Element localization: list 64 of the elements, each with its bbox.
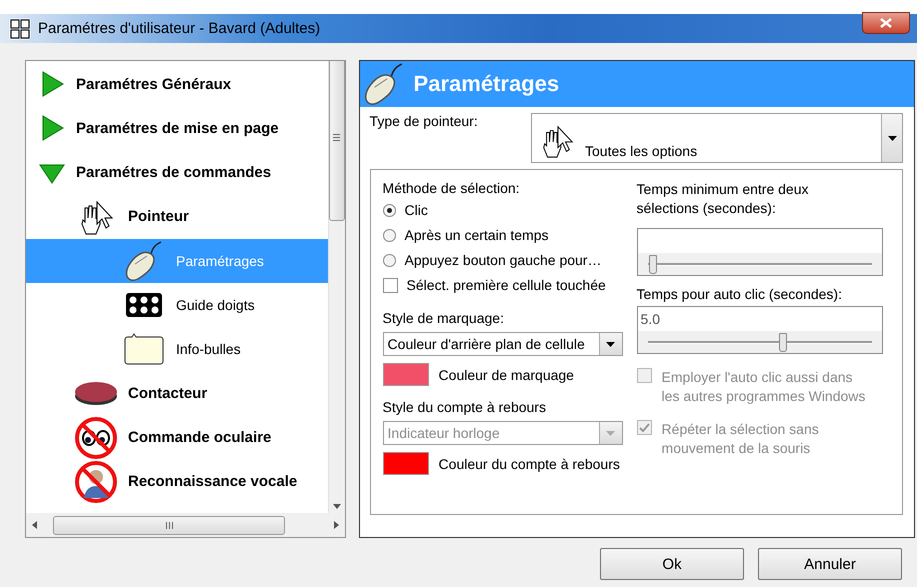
no-speaker-icon [74,460,118,504]
section-label: Temps minimum entre deux sélections (secondes): [636,180,810,218]
scroll-grip-icon [166,522,172,528]
window-title: Paramétres d'utilisateur - Bavard (Adultes) [38,20,322,37]
tree-item[interactable]: Paramétres de commandes [26,150,328,195]
pointer-type-dropdown[interactable]: Toutes les options [531,113,903,163]
radio-button[interactable] [382,228,396,242]
section-label: Temps pour auto clic (secondes): [636,286,843,302]
speech-bubble-icon [124,333,164,366]
horizontal-scrollbar[interactable] [26,513,345,537]
option-label: Clic [404,202,428,218]
color-label: Couleur de marquage [438,366,574,382]
checkbox[interactable] [382,278,398,292]
scroll-thumb[interactable] [328,61,345,220]
radio-button[interactable] [382,254,396,266]
dropdown-caret-icon [888,136,896,140]
scroll-grip-icon [333,134,340,140]
radio-option[interactable]: Appuyez bouton gauche pour… [382,249,637,271]
scroll-down-arrow-icon[interactable] [332,504,341,509]
field-label: Type de pointeur: [370,113,478,129]
dialog-button[interactable]: Annuler [758,548,902,580]
app-icon [10,18,30,38]
dropdown-value: Toutes les options [585,143,698,159]
tree-item[interactable]: Pointeur [26,194,328,239]
checkbox-option[interactable]: Sélect. première cellule touchée [382,274,637,296]
marking-style-dropdown[interactable]: Couleur d'arrière plan de cellule [382,332,623,356]
tree-item[interactable]: Commande oculaire [26,416,328,460]
tree-item[interactable]: Reconnaissance vocale [26,460,328,504]
dropdown-caret-icon [606,430,616,436]
push-button-icon [74,380,118,406]
no-eyes-icon [74,416,118,460]
panel-title: Paramétrages [414,71,560,97]
tree-item[interactable]: Info-bulles [26,327,328,372]
tree-item[interactable]: Contacteur [26,371,328,416]
radio-option[interactable]: Après un certain temps [382,224,637,246]
section-label: Style de marquage: [382,310,505,326]
option-label: Appuyez bouton gauche pour… [404,252,602,268]
keypad-icon [126,293,162,318]
tree-item[interactable]: Guide doigts [26,282,328,328]
radio-button[interactable] [382,204,396,216]
option-label: Sélect. première cellule touchée [406,277,606,293]
color-swatch[interactable] [382,452,429,475]
slider-thumb[interactable] [649,254,658,274]
slider-field[interactable]: 5.0 [636,306,883,354]
option-label: Après un certain temps [404,227,549,243]
scroll-thumb[interactable] [53,516,285,534]
vertical-scrollbar[interactable] [328,61,345,513]
slider-thumb[interactable] [778,332,787,352]
tree-item[interactable]: Paramétres de mise en page [26,106,328,150]
section-label: Style du compte à rebours [382,399,547,415]
tree-item[interactable]: Paramétres Généraux [26,62,328,106]
radio-option[interactable]: Clic [382,199,637,221]
close-icon [880,18,892,28]
color-swatch[interactable] [382,363,429,386]
section-label: Méthode de sélection: [382,180,521,196]
dropdown-caret-icon [606,342,616,346]
scroll-right-arrow-icon[interactable] [334,521,339,529]
slider-field[interactable] [636,228,883,276]
close-button[interactable] [862,12,910,34]
color-label: Couleur du compte à rebours [438,456,620,472]
check-mark-icon [638,422,650,432]
option-label: Répéter la sélection sans mouvement de la souris [662,420,820,458]
scroll-left-arrow-icon[interactable] [32,521,37,529]
dialog-button[interactable]: Ok [600,548,744,580]
